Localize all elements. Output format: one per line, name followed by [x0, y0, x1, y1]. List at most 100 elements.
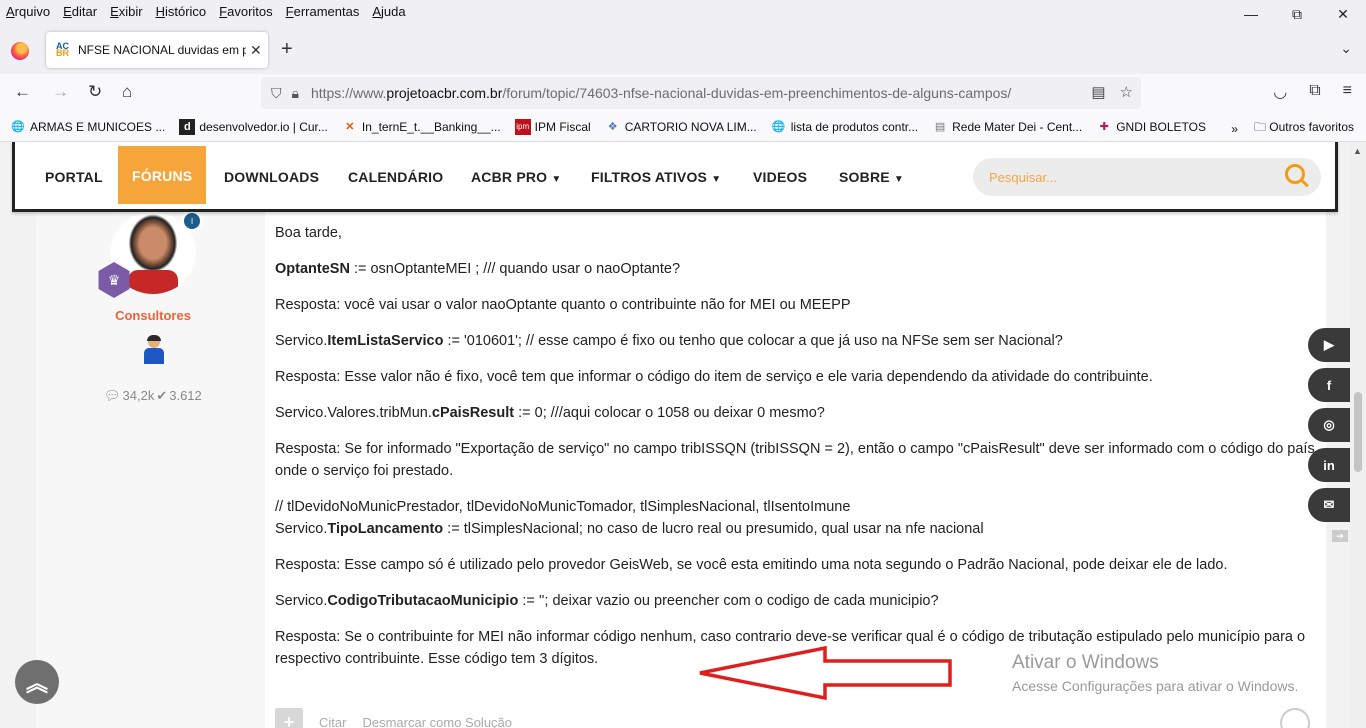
tab-nfse[interactable]: AC BR NFSE NACIONAL duvidas em pr ✕	[46, 32, 268, 68]
cross-icon: ✚	[1099, 121, 1109, 133]
tab-strip: AC BR NFSE NACIONAL duvidas em pr ✕ + ⌄	[0, 22, 1366, 74]
globe-icon: 🌐	[771, 121, 786, 133]
menu-favoritos[interactable]: Favoritos	[219, 4, 272, 19]
bookmarks-more-icon[interactable]: »	[1231, 122, 1238, 136]
comment-icon: 💬︎	[104, 388, 121, 403]
question-itemlista: Servico.ItemListaServico := '010601'; //…	[275, 333, 1063, 349]
nav-portal[interactable]: PORTAL	[45, 169, 103, 185]
url-text[interactable]: https://www.projetoacbr.com.br/forum/top…	[311, 85, 1011, 101]
menu-ferramentas[interactable]: Ferramentas	[286, 4, 360, 19]
acbr-favicon-icon: AC BR	[56, 42, 72, 58]
new-tab-button[interactable]: +	[281, 38, 293, 61]
menu-editar[interactable]: Editar	[63, 4, 97, 19]
windows-watermark: Ativar o Windows Acesse Configurações pa…	[1012, 652, 1299, 694]
url-bar[interactable]: ⛉ 🔒︎ https://www.projetoacbr.com.br/foru…	[261, 77, 1141, 109]
menu-historico[interactable]: Histórico	[156, 4, 207, 19]
page-scrollbar[interactable]: ▲	[1350, 142, 1366, 728]
quote-link[interactable]: Citar	[319, 715, 346, 728]
bookmark-gndi[interactable]: ✚ GNDI BOLETOS	[1096, 119, 1206, 135]
forward-icon[interactable]: →	[52, 82, 69, 102]
list-tabs-icon[interactable]: ⌄	[1340, 40, 1352, 57]
search-placeholder: Pesquisar...	[989, 169, 1057, 185]
chevron-down-icon: ▼	[893, 174, 904, 185]
globe-icon: 🌐	[11, 121, 25, 133]
author-column: ⏽ ♛ Consultores 💬︎ 34,2k ✔︎ 3.612	[36, 210, 265, 728]
nav-bar: ← → ↻ ⌂ ⛉ 🔒︎ https://www.projetoacbr.com…	[0, 74, 1366, 112]
home-icon[interactable]: ⌂	[122, 82, 132, 102]
site-nav: PORTAL FÓRUNS DOWNLOADS CALENDÁRIO ACBR …	[12, 142, 1338, 212]
email-icon[interactable]: ✉	[1308, 488, 1350, 522]
bookmarks-bar: 🌐 ARMAS E MUNICOES ... d desenvolvedor.io …	[0, 112, 1366, 142]
lock-icon[interactable]: 🔒︎	[292, 85, 299, 102]
solutions-count: 3.612	[169, 388, 202, 403]
x-icon: ✕	[345, 121, 355, 133]
bookmark-desenvolvedor[interactable]: d desenvolvedor.io | Cur...	[179, 118, 328, 135]
heart-icon[interactable]	[1280, 708, 1310, 728]
bookmark-ipm[interactable]: ipm IPM Fiscal	[514, 118, 591, 135]
reload-icon[interactable]: ↻	[88, 82, 102, 102]
bookmark-armas[interactable]: 🌐 ARMAS E MUNICOES ...	[10, 119, 165, 135]
bookmark-internet-banking[interactable]: ✕ In_ternE_t.__Banking__...	[342, 119, 500, 135]
pocket-icon[interactable]: ◡	[1273, 82, 1287, 102]
scrollbar-thumb[interactable]	[1354, 392, 1362, 472]
multiquote-button[interactable]: +	[275, 708, 303, 728]
social-toggle-icon[interactable]: ➔	[1332, 530, 1348, 542]
post-actions: + Citar Desmarcar como Solução	[275, 708, 512, 728]
shield-icon[interactable]: ⛉	[271, 85, 282, 102]
hamburger-menu-icon[interactable]: ≡	[1343, 82, 1352, 102]
menu-ajuda[interactable]: Ajuda	[372, 4, 405, 19]
instagram-icon[interactable]: ◎	[1308, 408, 1350, 442]
status-badge: ⏽	[181, 210, 203, 232]
tab-close-icon[interactable]: ✕	[250, 42, 262, 59]
question-codigotributacao: Servico.CodigoTributacaoMunicipio := '';…	[275, 593, 939, 609]
linkedin-icon[interactable]: in	[1308, 448, 1350, 482]
tab-title: NFSE NACIONAL duvidas em pr	[78, 43, 246, 57]
bookmark-cartorio[interactable]: ❖ CARTORIO NOVA LIM...	[605, 119, 757, 135]
answer-cpais: Resposta: Se for informado "Exportação d…	[275, 441, 1315, 479]
menu-arquivo[interactable]: Arquivo	[6, 4, 50, 19]
unmark-solution-link[interactable]: Desmarcar como Solução	[362, 715, 512, 728]
folder-icon: 🗀	[1253, 120, 1270, 134]
bookmark-star-icon[interactable]: ☆	[1120, 83, 1133, 101]
back-icon[interactable]: ←	[14, 82, 31, 102]
nav-sobre[interactable]: SOBRE ▼	[839, 169, 904, 185]
answer-itemlista: Resposta: Esse valor não é fixo, você te…	[275, 369, 1153, 385]
bookmark-lista-produtos[interactable]: 🌐 lista de produtos contr...	[771, 119, 918, 135]
forum-post: ⏽ ♛ Consultores 💬︎ 34,2k ✔︎ 3.612 Boa tard…	[36, 210, 1326, 728]
other-bookmarks[interactable]: 🗀 Outros favoritos	[1254, 118, 1354, 139]
d-icon: d	[179, 118, 196, 135]
doc-icon: ▤	[934, 121, 946, 133]
answer-tipolancamento: Resposta: Esse campo só é utilizado pelo…	[275, 557, 1228, 573]
answer-optante: Resposta: você vai usar o valor naoOptan…	[275, 297, 851, 313]
page-viewport: ⏽ ♛ Consultores 💬︎ 34,2k ✔︎ 3.612 Boa tard…	[0, 142, 1350, 728]
facebook-icon[interactable]: f	[1308, 368, 1350, 402]
menu-exibir[interactable]: Exibir	[110, 4, 143, 19]
author-group[interactable]: Consultores	[36, 308, 270, 323]
nav-downloads[interactable]: DOWNLOADS	[224, 169, 319, 185]
reader-mode-icon[interactable]: ▤	[1091, 83, 1105, 101]
search-input[interactable]: Pesquisar...	[973, 158, 1321, 196]
youtube-icon[interactable]: ▶	[1308, 328, 1350, 362]
firefox-icon[interactable]	[11, 42, 29, 60]
chevron-down-icon: ▼	[551, 174, 562, 185]
greeting: Boa tarde,	[275, 225, 342, 241]
search-icon[interactable]	[1285, 164, 1305, 184]
author-stats: 💬︎ 34,2k ✔︎ 3.612	[104, 388, 202, 404]
question-cpais: Servico.Valores.tribMun.cPaisResult := 0…	[275, 405, 825, 421]
nav-filtros-ativos[interactable]: FILTROS ATIVOS ▼	[591, 169, 721, 185]
extensions-icon[interactable]: ⧉	[1309, 82, 1320, 102]
chevron-down-icon: ▼	[711, 174, 722, 185]
nav-calendario[interactable]: CALENDÁRIO	[348, 169, 443, 185]
post-content: Boa tarde, OptanteSN := osnOptanteMEI ; …	[275, 222, 1315, 684]
ipm-icon: ipm	[514, 118, 531, 135]
comments-count: 34,2k	[122, 388, 155, 403]
nav-foruns[interactable]: FÓRUNS	[118, 146, 207, 204]
nav-acbrpro[interactable]: ACBR PRO ▼	[471, 169, 561, 185]
scroll-top-button[interactable]: ︽	[15, 660, 59, 704]
nav-videos[interactable]: VIDEOS	[753, 169, 807, 185]
scroll-up-icon[interactable]: ▲	[1353, 146, 1362, 156]
check-icon: ✔︎	[156, 388, 168, 403]
annotation-arrow-icon	[699, 645, 952, 701]
bookmark-rede-mater-dei[interactable]: ▤ Rede Mater Dei - Cent...	[932, 119, 1082, 135]
superhero-icon	[140, 335, 168, 366]
